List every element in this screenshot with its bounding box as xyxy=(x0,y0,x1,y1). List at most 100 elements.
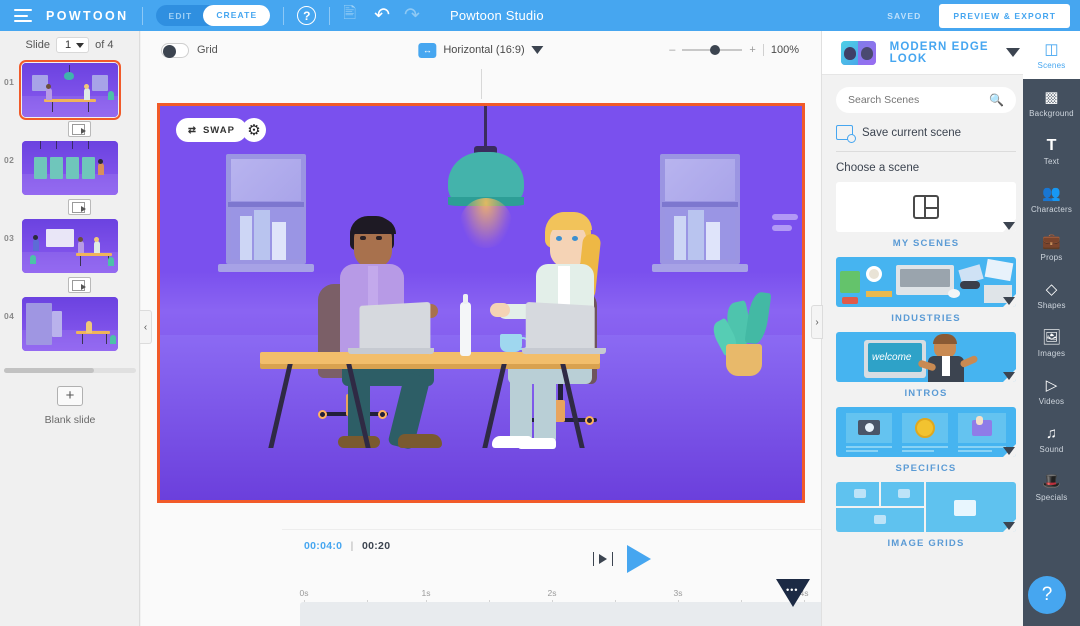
zoom-in-icon[interactable]: + xyxy=(749,44,755,56)
rail-item-sound[interactable]: ♫ Sound xyxy=(1023,415,1080,463)
redo-icon[interactable]: ↷ xyxy=(404,4,420,27)
plus-icon[interactable]: + xyxy=(57,386,83,406)
slide-transition-button[interactable] xyxy=(18,277,140,293)
rail-item-background[interactable]: ▩ Background xyxy=(1023,79,1080,127)
specials-icon: 🎩 xyxy=(1042,473,1061,491)
zoom-control: – + 100% xyxy=(669,44,799,56)
slide-number-dropdown[interactable]: 1 xyxy=(56,37,89,53)
edit-create-toggle[interactable]: EDIT CREATE xyxy=(156,5,271,26)
expand-icon[interactable] xyxy=(1003,297,1015,305)
scene-category-card[interactable]: IMAGE GRIDS xyxy=(836,482,1016,549)
slide-selector-bar: Slide 1 of 4 xyxy=(0,31,139,59)
notes-icon[interactable]: 🖹 xyxy=(343,2,356,29)
settings-gear-button[interactable]: ⚙ xyxy=(242,118,266,142)
look-dropdown-icon[interactable] xyxy=(1006,48,1020,57)
swap-button[interactable]: ⇄ SWAP xyxy=(176,118,247,142)
blank-slide-label: Blank slide xyxy=(0,414,140,426)
current-time: 00:04:0 xyxy=(304,540,342,552)
background-icon: ▩ xyxy=(1044,89,1058,107)
divider xyxy=(142,7,143,25)
expand-icon[interactable] xyxy=(1003,222,1015,230)
aspect-ratio-dropdown[interactable]: ↔ Horizontal (16:9) xyxy=(418,43,543,58)
rail-item-scenes[interactable]: ◫ Scenes xyxy=(1023,31,1080,79)
top-bar-right: SAVED PREVIEW & EXPORT xyxy=(887,4,1080,28)
playhead-handle[interactable]: ••• xyxy=(776,579,810,607)
slide-item[interactable]: 04 xyxy=(0,297,140,351)
time-separator: | xyxy=(351,540,354,552)
scene-category-label: SPECIFICS xyxy=(836,463,1016,474)
play-button[interactable] xyxy=(627,545,651,573)
window-left-sill xyxy=(218,264,314,272)
scene-category-thumbnail[interactable] xyxy=(836,182,1016,232)
expand-icon[interactable] xyxy=(1003,372,1015,380)
edit-tab[interactable]: EDIT xyxy=(156,11,204,21)
play-slide-button[interactable] xyxy=(593,552,613,566)
divider xyxy=(283,7,284,25)
slide-transition-button[interactable] xyxy=(18,121,140,137)
lamp-glow xyxy=(460,198,512,248)
search-scenes-box[interactable]: 🔍 xyxy=(836,87,1016,113)
rail-item-images[interactable]: 🖼 Images xyxy=(1023,319,1080,367)
lamp-highlight xyxy=(772,214,798,236)
slide-item[interactable]: 01 xyxy=(0,63,140,117)
scene-category-card[interactable]: SPECIFICS xyxy=(836,407,1016,474)
grid-label: Grid xyxy=(197,44,218,56)
grid-toggle[interactable] xyxy=(161,43,189,58)
zoom-out-icon[interactable]: – xyxy=(669,44,675,56)
slide-thumbnail[interactable] xyxy=(22,63,118,117)
coffee-cup xyxy=(500,334,522,352)
rail-item-characters[interactable]: 👥 Characters xyxy=(1023,175,1080,223)
collapse-library-panel-button[interactable]: › xyxy=(811,305,823,339)
brand-logo[interactable]: POWTOON xyxy=(46,9,129,23)
search-input[interactable] xyxy=(848,94,989,106)
slides-list[interactable]: 01 xyxy=(0,59,140,369)
help-icon[interactable]: ? xyxy=(297,6,316,25)
shapes-icon: ◇ xyxy=(1046,281,1058,299)
preview-export-button[interactable]: PREVIEW & EXPORT xyxy=(939,4,1070,28)
scene-category-label: MY SCENES xyxy=(836,238,1016,249)
rail-item-specials[interactable]: 🎩 Specials xyxy=(1023,463,1080,511)
collapse-slides-panel-button[interactable]: ‹ xyxy=(140,310,152,344)
my-scenes-icon xyxy=(913,195,939,219)
help-floating-button[interactable]: ? xyxy=(1028,576,1066,614)
create-tab[interactable]: CREATE xyxy=(203,5,270,26)
expand-icon[interactable] xyxy=(1003,447,1015,455)
rail-item-shapes[interactable]: ◇ Shapes xyxy=(1023,271,1080,319)
welcome-text: welcome xyxy=(872,352,911,363)
slide-stage[interactable]: ⇄ SWAP ⚙ xyxy=(157,103,805,503)
zoom-slider-knob[interactable] xyxy=(710,45,720,55)
water-bottle xyxy=(460,302,471,356)
slide-thumbnail[interactable] xyxy=(22,219,118,273)
chevron-down-icon xyxy=(532,46,544,54)
zoom-slider[interactable] xyxy=(682,49,742,51)
slide-count: of 4 xyxy=(95,39,113,51)
stage-background xyxy=(160,106,802,500)
scene-category-thumbnail[interactable]: welcome xyxy=(836,332,1016,382)
search-icon[interactable]: 🔍 xyxy=(989,93,1004,107)
rail-item-text[interactable]: T Text xyxy=(1023,127,1080,175)
add-blank-slide[interactable]: + Blank slide xyxy=(0,386,140,426)
scene-category-card[interactable]: MY SCENES xyxy=(836,182,1016,249)
scene-category-card[interactable]: welcome INTROS xyxy=(836,332,1016,399)
scene-category-thumbnail[interactable] xyxy=(836,407,1016,457)
slides-scrollbar[interactable] xyxy=(4,368,136,373)
ratio-stem xyxy=(481,69,482,99)
slide-transition-button[interactable] xyxy=(18,199,140,215)
avatar xyxy=(841,41,876,65)
save-current-scene-button[interactable]: Save current scene xyxy=(836,125,1016,140)
slide-thumbnail[interactable] xyxy=(22,141,118,195)
laptop-right xyxy=(526,302,595,354)
slide-item[interactable]: 02 xyxy=(0,141,140,195)
scene-category-thumbnail[interactable] xyxy=(836,482,1016,532)
slide-item[interactable]: 03 xyxy=(0,219,140,273)
undo-icon[interactable]: ↶ xyxy=(374,4,390,27)
menu-icon[interactable] xyxy=(14,9,32,22)
scene-category-thumbnail[interactable] xyxy=(836,257,1016,307)
scene-category-card[interactable]: INDUSTRIES xyxy=(836,257,1016,324)
ruler-tick-label: 1s xyxy=(422,588,431,598)
rail-item-videos[interactable]: ▷ Videos xyxy=(1023,367,1080,415)
slide-thumbnail[interactable] xyxy=(22,297,118,351)
rail-item-props[interactable]: 💼 Props xyxy=(1023,223,1080,271)
laptop-left xyxy=(359,302,430,354)
expand-icon[interactable] xyxy=(1003,522,1015,530)
